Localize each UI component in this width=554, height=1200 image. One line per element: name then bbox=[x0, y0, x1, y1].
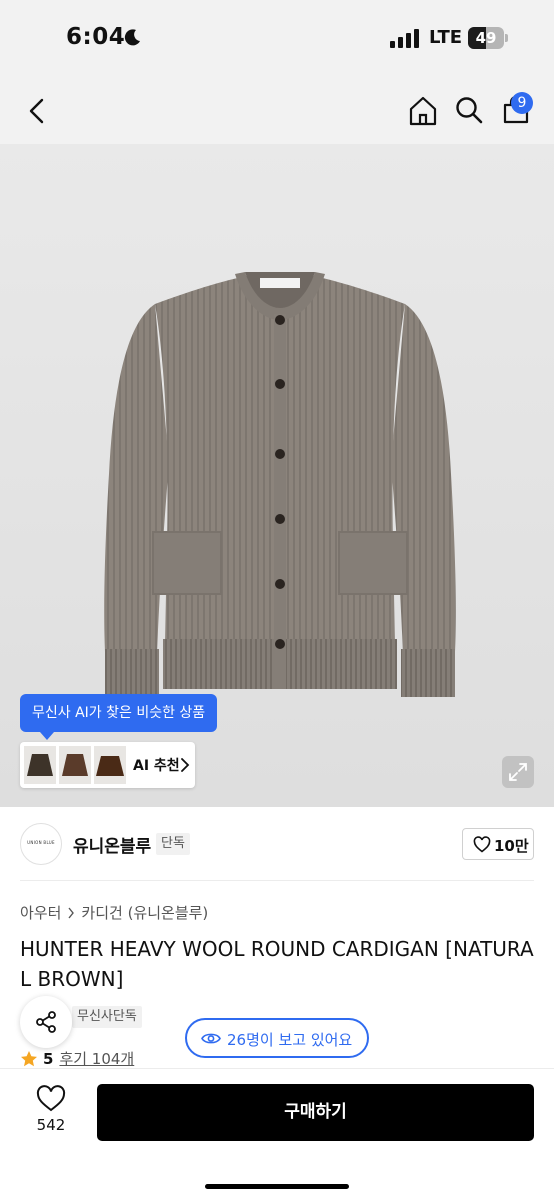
ai-recommend-button[interactable]: AI 추천 bbox=[20, 742, 195, 788]
brand-like-button[interactable]: 10만 bbox=[462, 828, 534, 860]
musinsa-exclusive-tag: 무신사단독 bbox=[72, 1006, 142, 1028]
buy-button[interactable]: 구매하기 bbox=[97, 1084, 534, 1141]
battery-indicator: 49 bbox=[468, 27, 508, 49]
ai-thumbnail-3[interactable] bbox=[94, 746, 126, 784]
ai-recommend-label: AI 추천 bbox=[133, 758, 180, 774]
breadcrumb-subcategory[interactable]: 카디건 (유니온블루) bbox=[81, 902, 208, 923]
status-bar: 6:04 LTE 49 bbox=[0, 0, 554, 78]
home-indicator bbox=[205, 1184, 349, 1189]
battery-percent: 49 bbox=[475, 29, 497, 47]
search-icon[interactable] bbox=[454, 95, 484, 125]
brand-like-count: 10만 bbox=[494, 837, 529, 855]
chevron-right-icon bbox=[181, 758, 190, 772]
viewers-text: 26명이 보고 있어요 bbox=[227, 1031, 353, 1049]
expand-icon bbox=[509, 763, 527, 781]
product-title: HUNTER HEAVY WOOL ROUND CARDIGAN [NATURA… bbox=[20, 937, 534, 991]
ai-thumbnail-1[interactable] bbox=[24, 746, 56, 784]
top-nav bbox=[0, 78, 554, 144]
divider bbox=[20, 880, 534, 881]
brand-logo-text: UNION BLUE bbox=[27, 840, 55, 845]
back-icon[interactable] bbox=[24, 96, 50, 126]
heart-icon bbox=[473, 836, 491, 853]
ai-tooltip-tail bbox=[40, 732, 54, 740]
star-icon bbox=[21, 1050, 37, 1066]
breadcrumb: 아우터 카디건 (유니온블루) bbox=[20, 902, 208, 923]
moon-icon bbox=[124, 29, 140, 46]
brand-logo[interactable]: UNION BLUE bbox=[20, 823, 62, 865]
eye-icon bbox=[201, 1033, 221, 1044]
signal-icon bbox=[390, 29, 419, 48]
status-time: 6:04 bbox=[66, 24, 126, 50]
expand-image-button[interactable] bbox=[502, 756, 534, 788]
wish-count: 542 bbox=[36, 1116, 66, 1134]
exclusive-tag: 단독 bbox=[156, 833, 190, 855]
share-icon bbox=[36, 1011, 56, 1033]
rating-score: 5 bbox=[43, 1049, 54, 1068]
cart-badge: 9 bbox=[511, 92, 533, 114]
network-label: LTE bbox=[429, 27, 463, 48]
cardigan-photo bbox=[104, 272, 456, 697]
heart-icon[interactable] bbox=[36, 1085, 66, 1112]
rating: 5 후기 104개 bbox=[20, 1048, 134, 1069]
share-button[interactable] bbox=[20, 996, 72, 1048]
brand-name[interactable]: 유니온블루 bbox=[73, 832, 151, 857]
ai-similar-tooltip: 무신사 AI가 찾은 비슷한 상품 bbox=[20, 694, 218, 732]
viewers-indicator: 26명이 보고 있어요 bbox=[185, 1018, 369, 1058]
chevron-right-icon bbox=[68, 907, 75, 918]
ai-thumbnail-2[interactable] bbox=[59, 746, 91, 784]
home-icon[interactable] bbox=[407, 95, 439, 127]
breadcrumb-category[interactable]: 아우터 bbox=[20, 902, 61, 923]
review-link[interactable]: 후기 104개 bbox=[59, 1048, 134, 1069]
